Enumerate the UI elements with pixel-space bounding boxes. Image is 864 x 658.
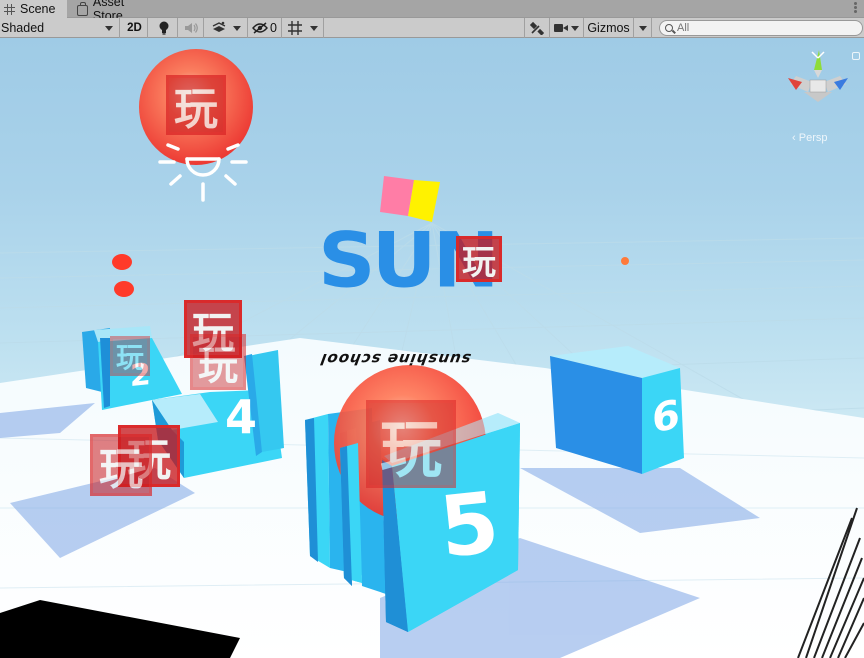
chevron-left-icon: ‹ [792, 132, 796, 144]
visibility-icon [252, 22, 268, 34]
shading-mode-dropdown[interactable]: Shaded [0, 18, 120, 38]
block-number-4: 4 [225, 390, 258, 444]
audio-toggle[interactable] [178, 18, 204, 38]
grid-snap-icon [287, 21, 302, 35]
search-icon [665, 24, 673, 32]
camera-projection-label[interactable]: ‹ Persp [792, 132, 827, 144]
tab-bar: Scene Asset Store [0, 0, 864, 23]
tab-scene[interactable]: Scene [0, 0, 67, 18]
small-sphere [621, 257, 629, 265]
orientation-gizmo-icon [788, 50, 848, 102]
small-sphere [112, 254, 132, 270]
tab-scene-label: Scene [20, 2, 56, 16]
lightbulb-icon [159, 21, 168, 35]
chevron-down-icon [571, 25, 579, 31]
toggle-2d-label: 2D [127, 22, 142, 34]
small-sphere [114, 281, 134, 297]
shading-mode-value: Shaded [1, 21, 45, 35]
chevron-down-icon [638, 25, 647, 31]
tab-menu-icon[interactable] [850, 2, 860, 14]
scene-visibility-toggle[interactable]: 0 [248, 18, 282, 38]
scene-toolbar: Shaded 2D 0 Gizmos All [0, 18, 864, 38]
scene-search-field[interactable] [659, 20, 863, 36]
chevron-down-icon [232, 25, 241, 31]
audio-icon [184, 23, 198, 33]
gizmos-label: Gizmos [587, 21, 630, 35]
grid-snap-dropdown[interactable] [282, 18, 324, 38]
camera-dropdown[interactable] [550, 18, 584, 38]
hidden-count: 0 [270, 21, 277, 35]
marker-square: 玩 [90, 434, 152, 496]
search-input[interactable] [677, 22, 847, 34]
scene-viewport[interactable]: SUN sunshine school 2 4 5 6 玩 玩 玩 玩 玩 玩 … [0, 38, 864, 658]
camera-icon [554, 24, 568, 32]
gizmos-dropdown[interactable] [634, 18, 652, 38]
effects-icon [212, 21, 225, 32]
camera-projection-text: Persp [798, 132, 828, 144]
shopping-bag-icon [77, 1, 88, 16]
scene-banner-text: sunshine school [316, 350, 474, 368]
marker-square: 玩 [456, 236, 502, 283]
grid-icon [4, 3, 15, 15]
lock-icon[interactable] [852, 52, 860, 60]
marker-square: 玩 [110, 336, 150, 376]
block-number-6: 6 [652, 391, 680, 443]
toggle-2d-button[interactable]: 2D [122, 18, 148, 38]
chevron-down-icon [105, 25, 113, 31]
marker-square: 玩 [166, 75, 226, 135]
chevron-down-icon [309, 25, 318, 31]
block-number-5: 5 [435, 473, 504, 577]
tools-icon [530, 21, 544, 35]
marker-square: 玩 [190, 334, 246, 390]
marker-square: 玩 [366, 400, 456, 488]
floating-cube [380, 176, 440, 222]
tools-toggle[interactable] [524, 18, 550, 38]
lighting-toggle[interactable] [150, 18, 178, 38]
tab-asset-store[interactable]: Asset Store [73, 0, 165, 23]
effects-dropdown[interactable] [204, 18, 248, 38]
gizmos-button[interactable]: Gizmos [584, 18, 634, 38]
